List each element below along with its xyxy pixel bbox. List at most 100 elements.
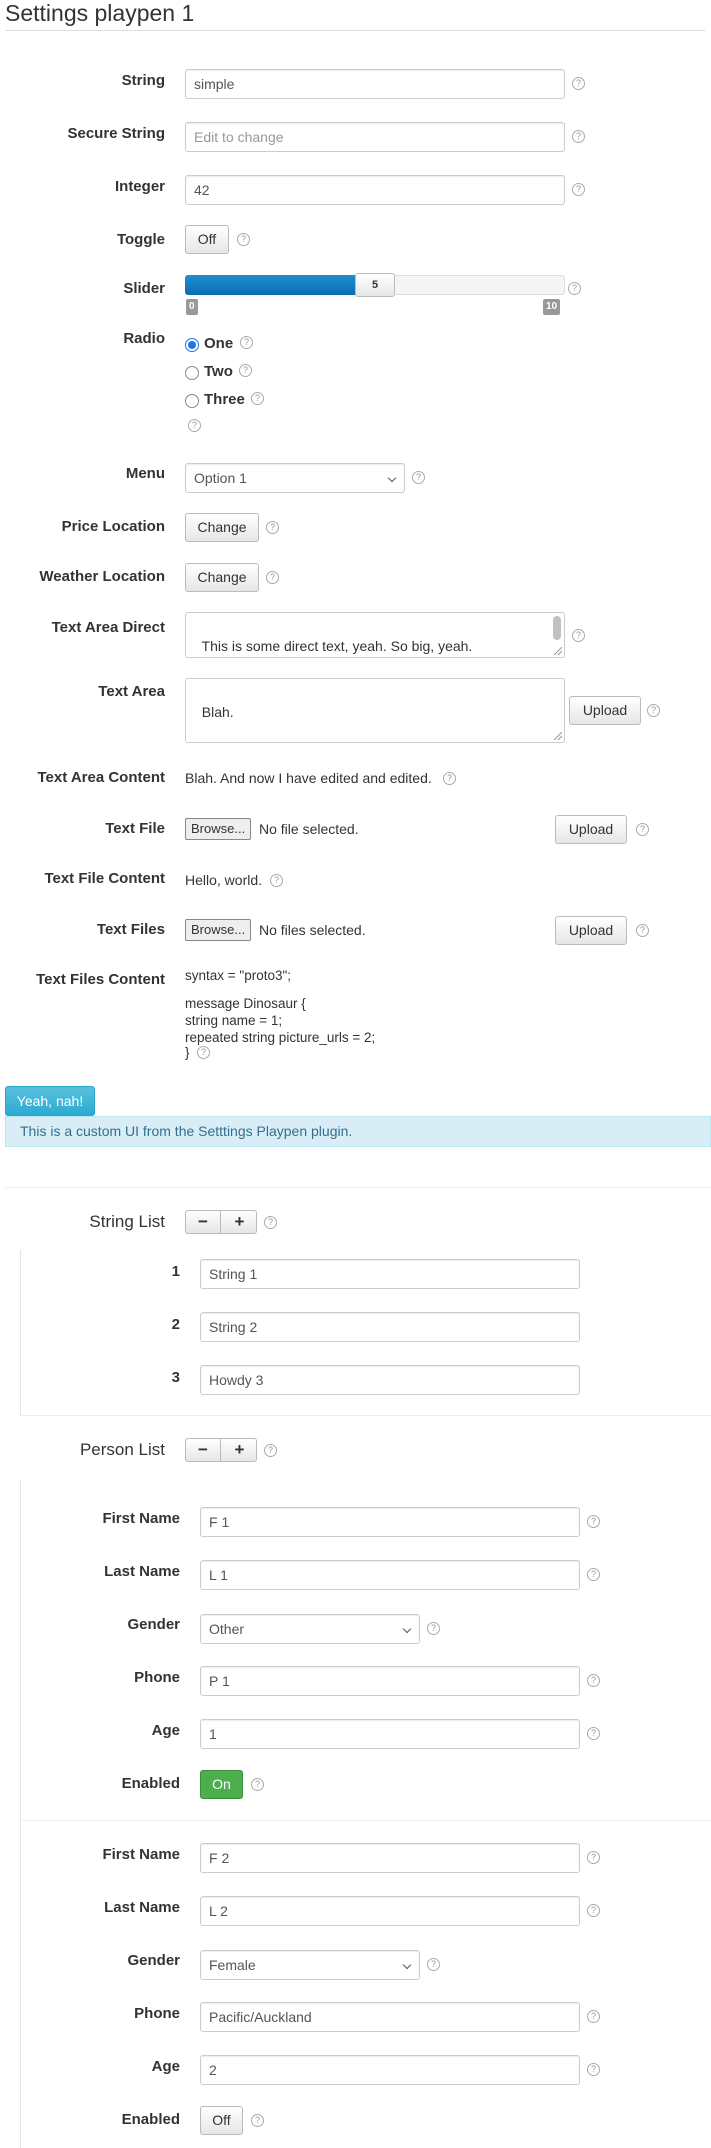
- help-icon[interactable]: ?: [572, 183, 585, 196]
- title-divider: [5, 30, 705, 31]
- price-location-change-button[interactable]: Change: [185, 513, 259, 542]
- help-icon[interactable]: ?: [587, 1851, 600, 1864]
- string-input[interactable]: simple: [185, 69, 565, 99]
- secure-string-input[interactable]: Edit to change: [185, 122, 565, 152]
- help-icon[interactable]: ?: [266, 521, 279, 534]
- enabled-toggle[interactable]: On: [200, 1770, 243, 1799]
- first-name-input[interactable]: F 2: [200, 1843, 580, 1873]
- help-icon[interactable]: ?: [587, 1904, 600, 1917]
- string-list-index: 1: [171, 1263, 180, 1280]
- weather-location-label: Weather Location: [39, 568, 165, 585]
- text-area-direct-input[interactable]: This is some direct text, yeah. So big, …: [185, 612, 565, 658]
- gender-label: Gender: [127, 1616, 180, 1633]
- text-area-label: Text Area: [98, 683, 165, 700]
- phone-input[interactable]: P 1: [200, 1666, 580, 1696]
- slider-fill: [185, 275, 375, 295]
- text-area-input[interactable]: Blah.: [185, 678, 565, 743]
- yeah-nah-button[interactable]: Yeah, nah!: [5, 1086, 95, 1116]
- help-icon[interactable]: ?: [572, 629, 585, 642]
- help-icon[interactable]: ?: [251, 2114, 264, 2127]
- help-icon[interactable]: ?: [270, 874, 283, 887]
- help-icon[interactable]: ?: [568, 282, 581, 295]
- age-input[interactable]: 1: [200, 1719, 580, 1749]
- text-area-upload-button[interactable]: Upload: [569, 696, 641, 725]
- weather-location-change-button[interactable]: Change: [185, 563, 259, 592]
- help-icon[interactable]: ?: [264, 1444, 277, 1457]
- text-file-upload-button[interactable]: Upload: [555, 815, 627, 844]
- help-icon[interactable]: ?: [427, 1958, 440, 1971]
- help-icon[interactable]: ?: [266, 571, 279, 584]
- text-files-upload-button[interactable]: Upload: [555, 916, 627, 945]
- text-area-direct-label: Text Area Direct: [51, 619, 165, 636]
- integer-input[interactable]: 42: [185, 175, 565, 205]
- help-icon[interactable]: ?: [587, 2010, 600, 2023]
- help-icon[interactable]: ?: [251, 392, 264, 405]
- string-list-remove-button[interactable]: −: [186, 1211, 221, 1233]
- text-area-content-value: Blah. And now I have edited and edited.: [185, 770, 432, 786]
- help-icon[interactable]: ?: [572, 130, 585, 143]
- last-name-input[interactable]: L 1: [200, 1560, 580, 1590]
- person-list-add-button[interactable]: +: [222, 1439, 257, 1461]
- help-icon[interactable]: ?: [240, 336, 253, 349]
- string-list-index: 3: [171, 1369, 180, 1386]
- help-icon[interactable]: ?: [197, 1046, 210, 1059]
- slider-handle[interactable]: 5: [355, 273, 395, 297]
- first-name-input[interactable]: F 1: [200, 1507, 580, 1537]
- help-icon[interactable]: ?: [636, 924, 649, 937]
- help-icon[interactable]: ?: [237, 233, 250, 246]
- gender-select[interactable]: Female: [200, 1950, 420, 1980]
- help-icon[interactable]: ?: [188, 419, 201, 432]
- resize-grip-icon[interactable]: [554, 647, 562, 655]
- menu-label: Menu: [125, 465, 165, 482]
- person-list-remove-button[interactable]: −: [186, 1439, 221, 1461]
- section-divider: [5, 1187, 711, 1188]
- resize-grip-icon[interactable]: [554, 732, 562, 740]
- radio-three[interactable]: [185, 394, 199, 408]
- help-icon[interactable]: ?: [443, 772, 456, 785]
- help-icon[interactable]: ?: [239, 364, 252, 377]
- toggle-button[interactable]: Off: [185, 225, 229, 254]
- last-name-input[interactable]: L 2: [200, 1896, 580, 1926]
- radio-two[interactable]: [185, 366, 199, 380]
- age-input[interactable]: 2: [200, 2055, 580, 2085]
- help-icon[interactable]: ?: [427, 1622, 440, 1635]
- phone-label: Phone: [134, 1669, 180, 1686]
- secure-string-label: Secure String: [67, 125, 165, 142]
- string-list-label: String List: [89, 1212, 165, 1231]
- text-files-browse-button[interactable]: Browse...: [185, 919, 252, 941]
- slider-min-label: 0: [186, 299, 198, 315]
- radio-one[interactable]: [185, 338, 199, 352]
- text-file-browse-button[interactable]: Browse...: [185, 818, 252, 840]
- help-icon[interactable]: ?: [251, 1778, 264, 1791]
- enabled-label: Enabled: [121, 2111, 180, 2128]
- help-icon[interactable]: ?: [587, 1515, 600, 1528]
- help-icon[interactable]: ?: [587, 1674, 600, 1687]
- enabled-toggle[interactable]: Off: [200, 2106, 243, 2135]
- help-icon[interactable]: ?: [572, 77, 585, 90]
- string-list-item-input[interactable]: Howdy 3: [200, 1365, 580, 1395]
- string-list-item-input[interactable]: String 1: [200, 1259, 580, 1289]
- enabled-label: Enabled: [121, 1775, 180, 1792]
- radio-label: Radio: [123, 330, 165, 347]
- last-name-label: Last Name: [104, 1899, 180, 1916]
- help-icon[interactable]: ?: [636, 823, 649, 836]
- integer-label: Integer: [114, 178, 165, 195]
- phone-input[interactable]: Pacific/Auckland: [200, 2002, 580, 2032]
- help-icon[interactable]: ?: [412, 471, 425, 484]
- text-files-content-closing: }: [185, 1045, 190, 1060]
- person-list-stepper[interactable]: − +: [185, 1438, 257, 1462]
- help-icon[interactable]: ?: [587, 1568, 600, 1581]
- help-icon[interactable]: ?: [264, 1216, 277, 1229]
- string-list-add-button[interactable]: +: [222, 1211, 257, 1233]
- gender-select[interactable]: Other: [200, 1614, 420, 1644]
- help-icon[interactable]: ?: [587, 1727, 600, 1740]
- string-list-stepper[interactable]: − +: [185, 1210, 257, 1234]
- help-icon[interactable]: ?: [587, 2063, 600, 2076]
- text-area-content-label: Text Area Content: [37, 769, 165, 786]
- menu-select[interactable]: Option 1: [185, 463, 405, 493]
- string-list-item-input[interactable]: String 2: [200, 1312, 580, 1342]
- phone-label: Phone: [134, 2005, 180, 2022]
- scrollbar[interactable]: [553, 616, 561, 640]
- first-name-label: First Name: [102, 1510, 180, 1527]
- help-icon[interactable]: ?: [647, 704, 660, 717]
